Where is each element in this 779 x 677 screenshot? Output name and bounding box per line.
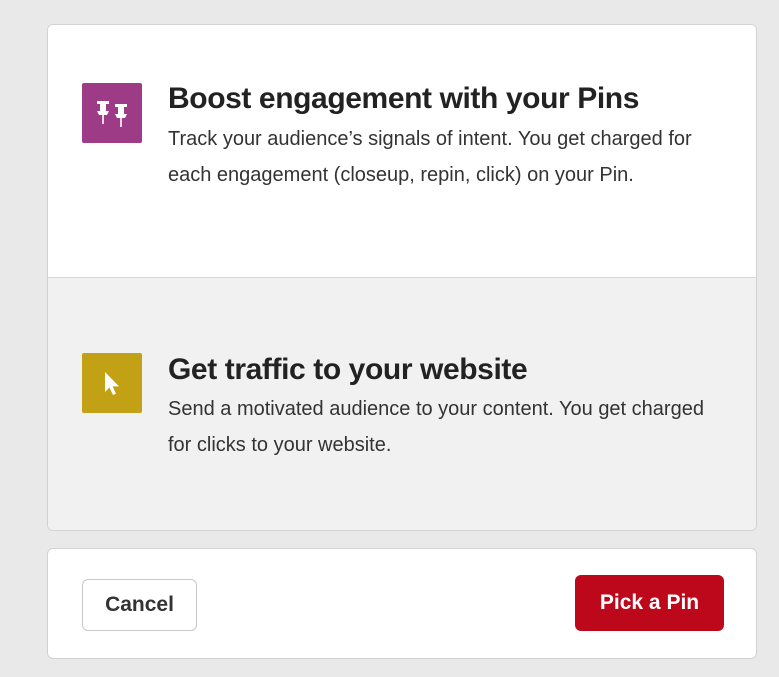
option-title: Get traffic to your website	[168, 353, 528, 386]
option-description: Send a motivated audience to your conten…	[168, 398, 704, 456]
cancel-button[interactable]: Cancel	[82, 579, 197, 631]
option-boost-engagement[interactable]: Boost engagement with your Pins Track yo…	[48, 25, 756, 278]
cursor-arrow-icon	[82, 353, 142, 413]
option-description: Track your audience’s signals of intent.…	[168, 128, 692, 186]
option-website-traffic[interactable]: Get traffic to your website Send a motiv…	[48, 278, 756, 530]
pushpin-icon	[82, 83, 142, 143]
pick-a-pin-button[interactable]: Pick a Pin	[575, 575, 724, 631]
option-title: Boost engagement with your Pins	[168, 82, 639, 115]
campaign-goal-panel: Boost engagement with your Pins Track yo…	[47, 24, 757, 531]
dialog-footer: Cancel Pick a Pin	[47, 548, 757, 659]
